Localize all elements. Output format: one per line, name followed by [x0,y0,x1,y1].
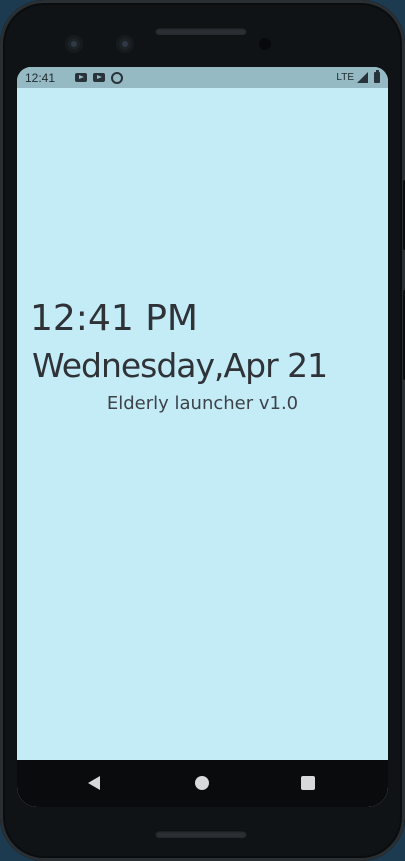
phone-frame: 12:41 LTE 12:41 PM Wednesday,Apr 21 Elde… [0,0,405,861]
screen: 12:41 LTE 12:41 PM Wednesday,Apr 21 Elde… [17,67,388,807]
front-camera-icon [65,35,83,53]
clock-time: 12:41 PM [30,298,198,339]
navigation-bar [17,760,388,807]
front-camera-icon [116,35,134,53]
back-icon[interactable] [88,776,100,790]
app-version-label: Elderly launcher v1.0 [106,393,299,414]
clock-date: Wednesday,Apr 21 [32,346,328,385]
recents-icon[interactable] [301,776,315,790]
earpiece-speaker [155,27,247,35]
proximity-sensor [259,38,271,50]
home-icon[interactable] [195,776,209,790]
launcher-home[interactable]: 12:41 PM Wednesday,Apr 21 Elderly launch… [17,67,388,807]
bottom-speaker [155,830,247,838]
